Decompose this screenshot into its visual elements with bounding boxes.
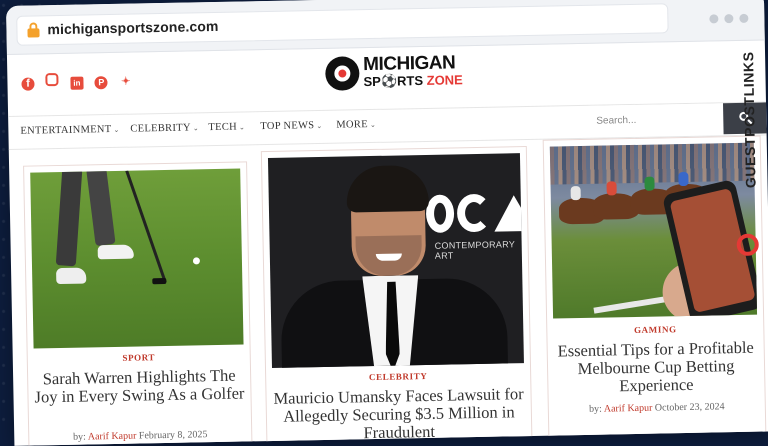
article-image-portrait[interactable]: CONTEMPORARY ART bbox=[267, 153, 524, 368]
nav-item-more[interactable]: MORE ⌄ bbox=[336, 119, 376, 131]
article-date: October 23, 2024 bbox=[654, 401, 725, 414]
article-byline: by: Aarif Kapur February 8, 2025 bbox=[72, 429, 208, 443]
nav-item-tech[interactable]: TECH ⌄ bbox=[208, 121, 246, 134]
nav-item-celebrity[interactable]: CELEBRITY ⌄ bbox=[130, 122, 199, 134]
author-link[interactable]: Aarif Kapur bbox=[88, 431, 137, 443]
linkedin-icon[interactable]: in bbox=[70, 76, 84, 90]
nav-item-entertainment[interactable]: ENTERTAINMENT ⌄ bbox=[20, 124, 119, 137]
twitter-icon[interactable]: ✦ bbox=[119, 76, 132, 89]
article-category[interactable]: SPORT bbox=[28, 350, 250, 364]
instagram-icon[interactable] bbox=[45, 72, 59, 87]
chevron-down-icon: ⌄ bbox=[113, 125, 120, 134]
lock-icon bbox=[27, 22, 40, 38]
search-placeholder: Search... bbox=[596, 114, 637, 127]
browser-window: michigansportszone.com f in P ✦ MICHIGAN… bbox=[6, 0, 768, 446]
url-field[interactable]: michigansportszone.com bbox=[16, 3, 669, 46]
pinterest-icon[interactable]: P bbox=[94, 76, 108, 90]
golf-ball bbox=[192, 257, 200, 265]
author-link[interactable]: Aarif Kapur bbox=[604, 403, 653, 415]
nav-item-top-news[interactable]: TOP NEWS ⌄ bbox=[260, 120, 322, 132]
article-category[interactable]: GAMING bbox=[547, 323, 763, 337]
window-dot-icon[interactable] bbox=[709, 14, 719, 24]
logo-text-bottom: SP⚽RTS ZONE bbox=[363, 72, 463, 90]
watermark-text: GUESTPOSTLINKS bbox=[740, 51, 759, 189]
image-caption-text: CONTEMPORARY ART bbox=[434, 239, 516, 261]
window-dot-icon[interactable] bbox=[739, 13, 749, 23]
facebook-icon[interactable]: f bbox=[21, 77, 35, 91]
article-image-golf[interactable] bbox=[30, 168, 244, 349]
article-byline: by: Aarif Kapur October 23, 2024 bbox=[588, 401, 725, 415]
url-text: michigansportszone.com bbox=[47, 17, 219, 38]
article-title[interactable]: Sarah Warren Highlights The Joy in Every… bbox=[34, 366, 245, 407]
article-card[interactable]: SPORT Sarah Warren Highlights The Joy in… bbox=[23, 161, 253, 446]
article-card[interactable]: CONTEMPORARY ART CELEBRITY Mauricio Uman… bbox=[260, 146, 533, 446]
article-title[interactable]: Essential Tips for a Profitable Melbourn… bbox=[554, 338, 759, 397]
window-controls bbox=[703, 10, 749, 29]
guestpostlinks-watermark: GUESTPOSTLINKS bbox=[731, 28, 763, 257]
chevron-down-icon: ⌄ bbox=[316, 121, 323, 131]
site-logo[interactable]: MICHIGAN SP⚽RTS ZONE bbox=[325, 52, 486, 93]
window-dot-icon[interactable] bbox=[724, 14, 734, 24]
social-links: f in P ✦ bbox=[21, 71, 139, 91]
article-date: February 8, 2025 bbox=[138, 429, 208, 442]
search-input[interactable]: Search... bbox=[588, 103, 724, 137]
chevron-down-icon: ⌄ bbox=[192, 124, 200, 133]
chevron-down-icon: ⌄ bbox=[369, 120, 377, 130]
article-title[interactable]: Mauricio Umansky Faces Lawsuit for Alleg… bbox=[272, 384, 525, 444]
article-category[interactable]: CELEBRITY bbox=[266, 369, 530, 384]
article-image-horse-race[interactable] bbox=[549, 142, 758, 319]
chevron-down-icon: ⌄ bbox=[238, 123, 246, 132]
address-bar: michigansportszone.com bbox=[6, 0, 765, 55]
